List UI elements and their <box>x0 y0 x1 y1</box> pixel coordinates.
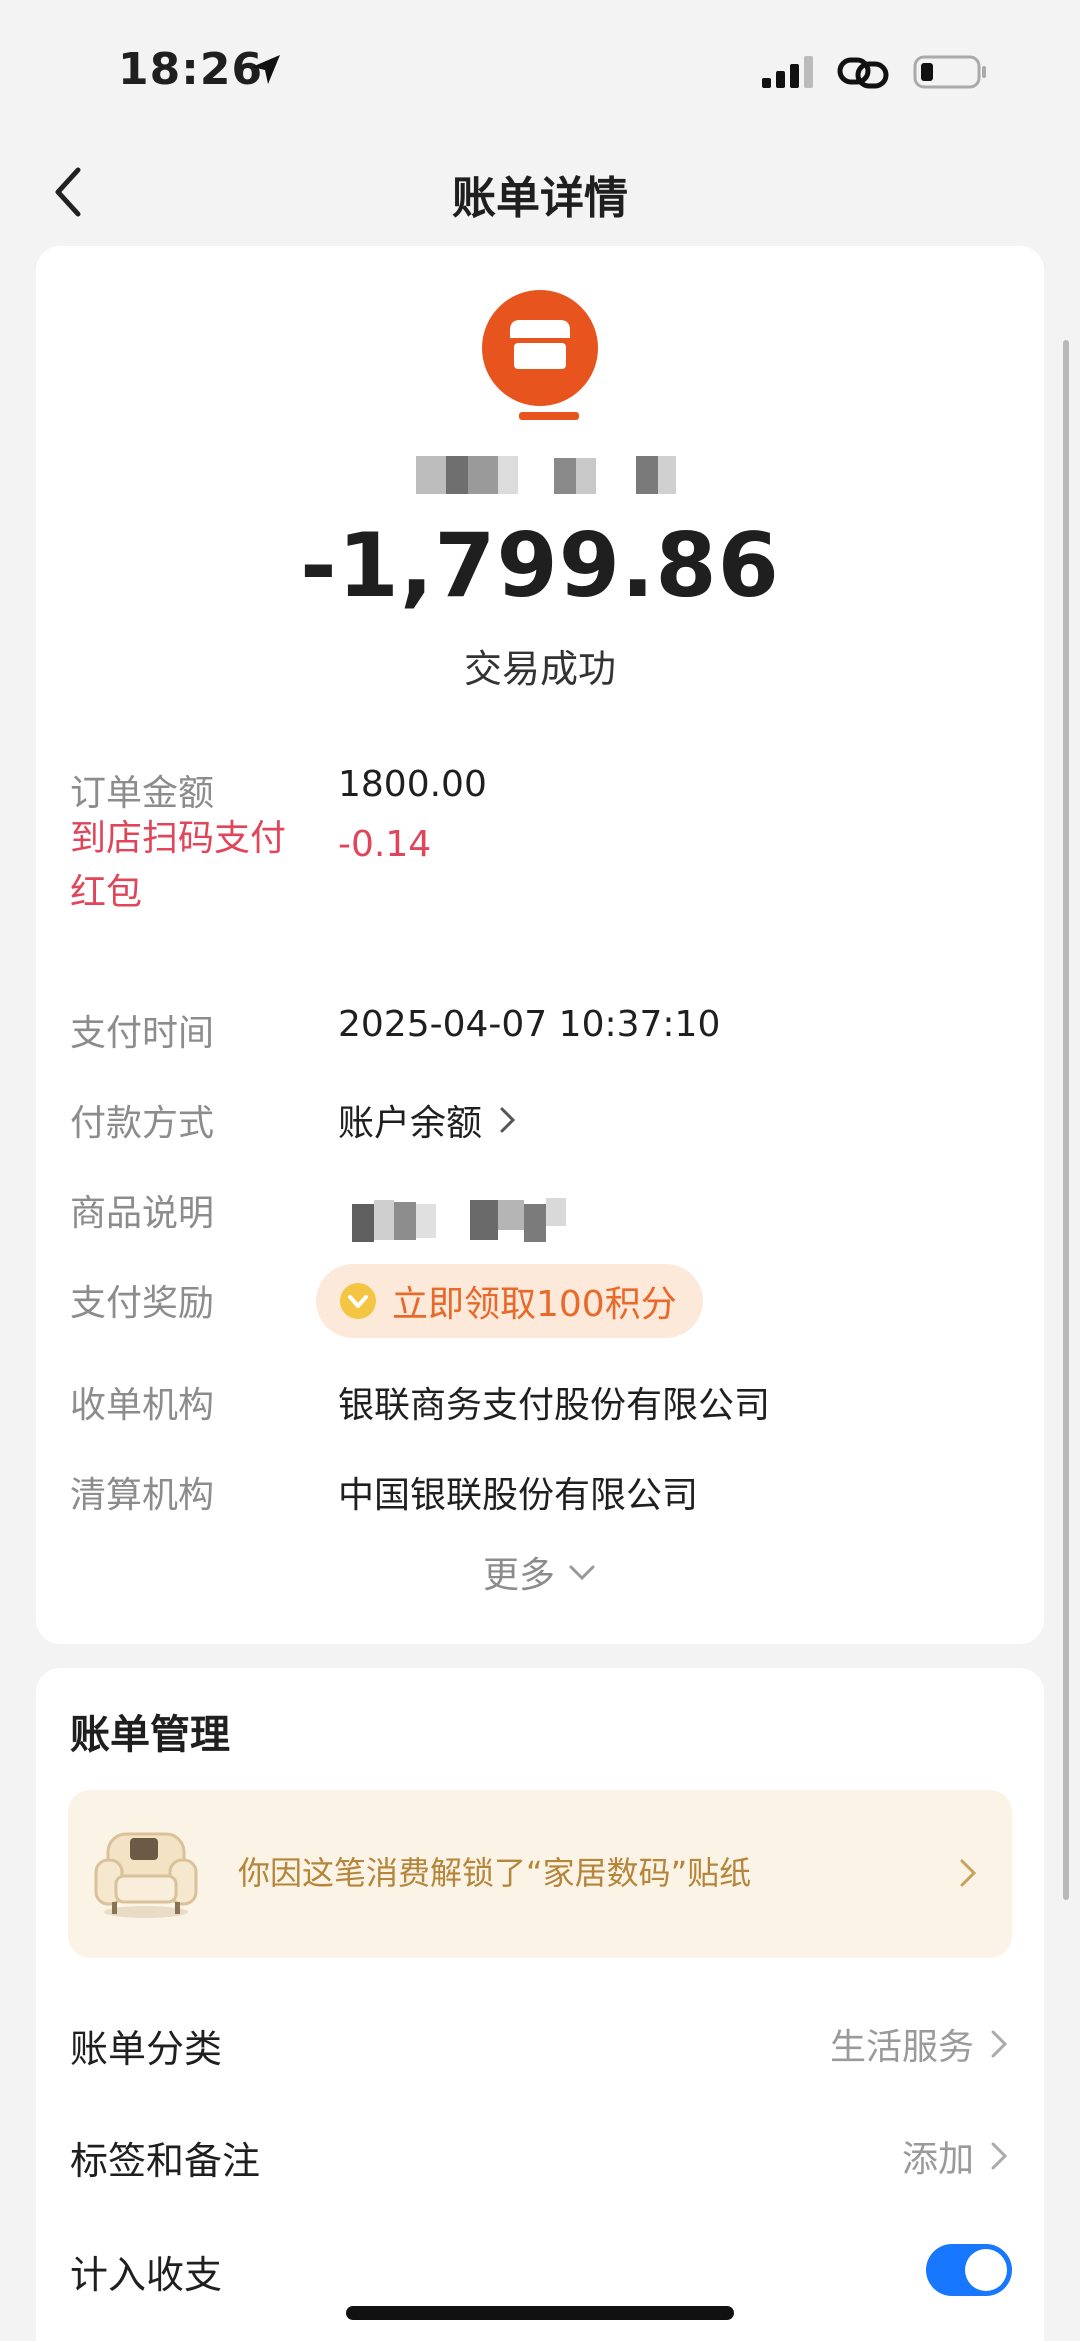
home-indicator <box>346 2306 734 2320</box>
bill-management-card: 账单管理 你因这笔消费解锁了“家居数码”贴纸 账单分类 生活服务 标签和备注 添… <box>36 1668 1044 2341</box>
acquirer-label: 收单机构 <box>70 1385 215 1426</box>
claim-points-label: 立即领取100积分 <box>392 1284 677 1325</box>
chevron-right-icon <box>991 2030 1008 2058</box>
bill-detail-card: -1,799.86 交易成功 订单金额 1800.00 到店扫码支付 红包 -0… <box>36 246 1044 1644</box>
tags-notes-link[interactable]: 添加 <box>902 2130 1010 2182</box>
acquirer-value: 银联商务支付股份有限公司 <box>338 1385 771 1426</box>
pay-time-value: 2025-04-07 10:37:10 <box>338 1004 721 1045</box>
bill-category-label: 账单分类 <box>70 2027 223 2071</box>
chevron-right-icon <box>500 1107 516 1133</box>
coupon-label: 到店扫码支付 红包 <box>70 812 286 920</box>
status-time: 18:26 <box>118 44 264 95</box>
order-amount-label: 订单金额 <box>70 773 215 814</box>
sticker-banner-text: 你因这笔消费解锁了“家居数码”贴纸 <box>238 1854 752 1892</box>
chevron-down-icon <box>569 1565 595 1581</box>
coin-icon <box>340 1283 376 1319</box>
goods-desc-blurred <box>352 1198 566 1242</box>
goods-desc-label: 商品说明 <box>70 1193 215 1234</box>
bill-management-title: 账单管理 <box>70 1712 230 1758</box>
pay-method-link[interactable]: 账户余额 <box>338 1094 518 1146</box>
bill-category-value: 生活服务 <box>829 2027 974 2068</box>
page-title: 账单详情 <box>452 173 628 224</box>
reward-label: 支付奖励 <box>70 1283 215 1324</box>
bill-amount: -1,799.86 <box>300 514 780 617</box>
chevron-right-icon <box>991 2142 1008 2170</box>
claim-points-button[interactable]: 立即领取100积分 <box>316 1264 703 1338</box>
bill-category-link[interactable]: 生活服务 <box>830 2018 1010 2070</box>
scrollbar[interactable] <box>1063 340 1069 1900</box>
nav-bar: 账单详情 <box>0 140 1080 250</box>
include-in-stats-label: 计入收支 <box>70 2253 223 2297</box>
merchant-store-icon <box>482 290 598 420</box>
toggle-knob <box>965 2249 1007 2291</box>
coupon-label-line2: 红包 <box>70 872 143 913</box>
more-button[interactable]: 更多 <box>36 1546 1044 1598</box>
signal-icon <box>762 56 813 88</box>
pay-time-label: 支付时间 <box>70 1013 215 1054</box>
trade-status: 交易成功 <box>463 647 616 691</box>
more-label: 更多 <box>482 1555 555 1596</box>
link-icon <box>837 57 889 89</box>
include-in-stats-toggle[interactable] <box>926 2244 1012 2296</box>
status-bar: 18:26 <box>0 0 1080 140</box>
tags-notes-value: 添加 <box>901 2139 974 2180</box>
clearing-value: 中国银联股份有限公司 <box>338 1475 699 1516</box>
sticker-banner[interactable]: 你因这笔消费解锁了“家居数码”贴纸 <box>68 1790 1012 1958</box>
order-amount-value: 1800.00 <box>338 764 487 805</box>
coupon-value: -0.14 <box>338 824 432 865</box>
pay-method-value: 账户余额 <box>338 1103 483 1144</box>
location-arrow-icon <box>252 55 280 84</box>
clearing-label: 清算机构 <box>70 1475 215 1516</box>
merchant-name-blurred <box>416 456 676 494</box>
battery-icon <box>913 55 986 89</box>
tags-notes-label: 标签和备注 <box>70 2139 261 2183</box>
pay-method-label: 付款方式 <box>70 1103 215 1144</box>
sofa-sticker-icon <box>94 1832 198 1918</box>
coupon-label-line1: 到店扫码支付 <box>70 818 287 859</box>
chevron-right-icon <box>960 1859 977 1887</box>
